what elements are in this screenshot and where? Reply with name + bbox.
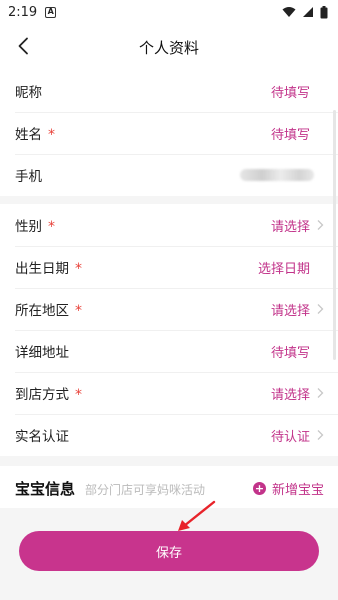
chevron-right-icon <box>317 388 324 398</box>
scrollbar[interactable] <box>333 110 336 360</box>
detail-info-section: 性别 * 请选择 出生日期 * 选择日期 所在地区 * 请选择 详细地址 待填写 到店… <box>0 204 338 456</box>
gender-value[interactable]: 请选择 <box>271 216 324 235</box>
required-mark: * <box>48 219 55 235</box>
required-mark: * <box>75 387 82 403</box>
visit-method-value[interactable]: 请选择 <box>271 384 324 403</box>
required-mark: * <box>75 261 82 277</box>
chevron-right-icon <box>317 220 324 230</box>
page-title: 个人资料 <box>138 38 199 57</box>
status-right <box>282 5 328 19</box>
visit-method-row[interactable]: 到店方式 * 请选择 <box>0 372 338 414</box>
birthdate-label: 出生日期 * <box>15 261 82 277</box>
baby-info-title: 宝宝信息 <box>15 480 76 498</box>
real-name-auth-value[interactable]: 待认证 <box>271 426 324 445</box>
nav-bar: 个人资料 <box>0 24 338 70</box>
status-left: 2:19 A <box>8 4 57 20</box>
address-value[interactable]: 待填写 <box>271 342 324 361</box>
real-name-auth-row[interactable]: 实名认证 待认证 <box>0 414 338 456</box>
birthdate-row[interactable]: 出生日期 * 选择日期 <box>0 246 338 288</box>
phone-value <box>240 169 324 181</box>
name-label: 姓名 * <box>15 127 55 143</box>
save-button[interactable]: 保存 <box>19 531 319 571</box>
wifi-icon <box>282 7 296 17</box>
battery-icon <box>320 5 328 18</box>
nickname-label: 昵称 <box>15 85 42 101</box>
real-name-auth-label: 实名认证 <box>15 429 69 445</box>
birthdate-value[interactable]: 选择日期 <box>258 258 324 277</box>
chevron-right-icon <box>317 304 324 314</box>
red-arrow-annotation <box>178 500 216 531</box>
back-button[interactable] <box>10 33 36 59</box>
region-label: 所在地区 * <box>15 303 82 319</box>
section-divider <box>0 196 338 204</box>
nickname-value[interactable]: 待填写 <box>271 82 324 101</box>
basic-info-section: 昵称 待填写 姓名 * 待填写 手机 <box>0 70 338 196</box>
region-row[interactable]: 所在地区 * 请选择 <box>0 288 338 330</box>
required-mark: * <box>48 127 55 143</box>
nickname-row[interactable]: 昵称 待填写 <box>0 70 338 112</box>
visit-method-label: 到店方式 * <box>15 387 82 403</box>
gender-row[interactable]: 性别 * 请选择 <box>0 204 338 246</box>
phone-row[interactable]: 手机 <box>0 154 338 196</box>
status-bar: 2:19 A <box>0 0 338 24</box>
add-baby-label: 新增宝宝 <box>271 483 324 498</box>
required-mark: * <box>75 303 82 319</box>
region-value[interactable]: 请选择 <box>271 300 324 319</box>
address-label: 详细地址 <box>15 345 69 361</box>
plus-circle-icon: + <box>252 482 266 495</box>
add-baby-button[interactable]: + 新增宝宝 <box>252 479 324 498</box>
gender-label: 性别 * <box>15 219 55 235</box>
bottom-bar: 保存 <box>0 508 338 600</box>
name-row[interactable]: 姓名 * 待填写 <box>0 112 338 154</box>
chevron-right-icon <box>317 430 324 440</box>
section-divider <box>0 456 338 466</box>
name-value[interactable]: 待填写 <box>271 124 324 143</box>
phone-label: 手机 <box>15 169 42 185</box>
back-arrow-icon <box>18 37 28 55</box>
notification-icon: A <box>45 6 57 18</box>
address-row[interactable]: 详细地址 待填写 <box>0 330 338 372</box>
blurred-phone-number <box>240 169 314 181</box>
signal-icon <box>303 7 313 17</box>
status-time: 2:19 <box>8 4 38 20</box>
baby-info-section: 宝宝信息 部分门店可享妈咪活动 + 新增宝宝 <box>0 466 338 511</box>
